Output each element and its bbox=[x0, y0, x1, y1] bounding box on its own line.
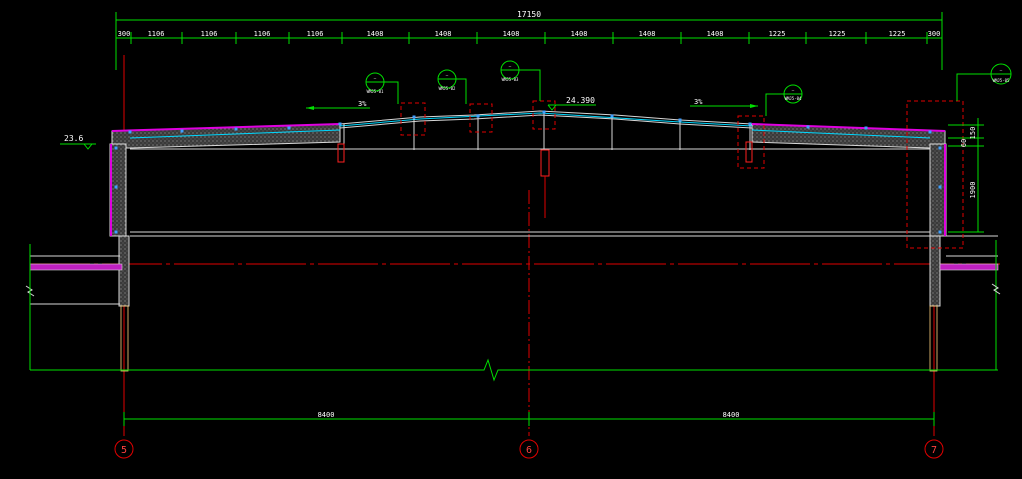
left-ground-slab bbox=[29, 263, 123, 271]
detail-boxes bbox=[400, 100, 964, 249]
frame-node bbox=[938, 230, 942, 234]
callout-leader bbox=[765, 93, 784, 116]
left-elevation-text: 23.6 bbox=[64, 134, 83, 143]
callout-ref: WMJ5-01 bbox=[367, 89, 384, 94]
callout-leader bbox=[519, 69, 541, 101]
frame-node bbox=[748, 122, 752, 126]
skylight-bottom-chord bbox=[339, 114, 753, 129]
callout-ref: WMJ5-05 bbox=[993, 78, 1010, 83]
seg-label: 1106 bbox=[201, 30, 218, 38]
callout-ref: WMJ5-02 bbox=[439, 86, 456, 91]
callout-2: — WMJ5-02 bbox=[437, 69, 467, 104]
seg-label: 300 bbox=[928, 30, 941, 38]
callout-5: — WMJ5-05 bbox=[956, 63, 1012, 101]
frame-node bbox=[928, 130, 932, 134]
post-base bbox=[540, 149, 550, 177]
post-base bbox=[745, 141, 753, 163]
left-span-text: 8400 bbox=[318, 411, 335, 419]
right-slope-text: 3% bbox=[694, 98, 703, 106]
callout-leader bbox=[456, 78, 467, 104]
seg-label: 1408 bbox=[639, 30, 656, 38]
seg-label: 300 bbox=[118, 30, 131, 38]
vdim-middle-text: 60 bbox=[960, 139, 968, 147]
overall-dimension-text: 17150 bbox=[517, 10, 541, 19]
right-slope-arrowhead bbox=[750, 104, 758, 108]
frame-node bbox=[412, 115, 416, 119]
vdim-lower-text: 1900 bbox=[969, 182, 977, 199]
slope-annotations: 3% 3% bbox=[306, 98, 758, 110]
break-line bbox=[30, 358, 998, 382]
callout-symbol: — bbox=[446, 73, 449, 78]
axis-label-7: 7 bbox=[931, 445, 937, 456]
ridge-elevation-text: 24.390 bbox=[566, 96, 595, 105]
post-base bbox=[337, 143, 345, 163]
seg-label: 1408 bbox=[707, 30, 724, 38]
frame-node bbox=[287, 126, 291, 130]
frame-node bbox=[476, 114, 480, 118]
segment-labels: 300 1106 1106 1106 1106 1408 1408 1408 1… bbox=[118, 30, 941, 38]
right-vertical-dimensions: 150 60 1900 bbox=[25, 118, 1001, 370]
callout-symbol: — bbox=[1000, 68, 1003, 73]
frame-node bbox=[180, 129, 184, 133]
frame-node bbox=[610, 114, 614, 118]
top-dimension-chain: 17150 300 1106 1106 1106 1106 1408 1408 … bbox=[115, 10, 943, 70]
seg-label: 1408 bbox=[503, 30, 520, 38]
bottom-dimension-chain: 8400 8400 bbox=[123, 411, 935, 426]
seg-label: 1106 bbox=[148, 30, 165, 38]
callout-ref: WMJ5-03 bbox=[502, 77, 519, 82]
left-column bbox=[118, 235, 130, 307]
right-wall bbox=[929, 143, 947, 237]
axis-label-5: 5 bbox=[121, 445, 127, 456]
seg-label: 1225 bbox=[889, 30, 906, 38]
left-wall bbox=[109, 143, 127, 237]
seg-label: 1408 bbox=[367, 30, 384, 38]
callout-ref: WMJ5-04 bbox=[785, 96, 802, 101]
callouts: — WMJ5-01 — WMJ5-02 — WMJ5-03 — WMJ5-04 bbox=[365, 60, 1012, 116]
callout-leader bbox=[956, 73, 991, 101]
frame-node bbox=[806, 125, 810, 129]
frame-node bbox=[542, 110, 546, 114]
frame-node bbox=[938, 185, 942, 189]
callout-symbol: — bbox=[792, 88, 795, 93]
cad-section-drawing: 17150 300 1106 1106 1106 1106 1408 1408 … bbox=[25, 10, 1012, 459]
seg-label: 1225 bbox=[829, 30, 846, 38]
axis-label-6: 6 bbox=[526, 445, 532, 456]
frame-node bbox=[128, 130, 132, 134]
frame-node bbox=[114, 146, 118, 150]
left-slope-arrowhead bbox=[306, 106, 314, 110]
callout-4: — WMJ5-04 bbox=[765, 84, 803, 116]
axis-bubbles: 5 6 7 bbox=[114, 439, 944, 459]
vdim-top-text: 150 bbox=[969, 127, 977, 140]
callout-leader bbox=[384, 81, 399, 104]
callout-1: — WMJ5-01 bbox=[365, 72, 399, 104]
seg-label: 1106 bbox=[307, 30, 324, 38]
frame-node bbox=[938, 146, 942, 150]
seg-label: 1408 bbox=[571, 30, 588, 38]
callout-3: — WMJ5-03 bbox=[500, 60, 541, 101]
left-slope-text: 3% bbox=[358, 100, 367, 108]
frame-node bbox=[864, 126, 868, 130]
left-elevation-triangle bbox=[83, 143, 93, 150]
callout-symbol: — bbox=[374, 76, 377, 81]
frame-node bbox=[678, 118, 682, 122]
frame-node bbox=[234, 127, 238, 131]
callout-symbol: — bbox=[509, 64, 512, 69]
right-span-text: 8400 bbox=[723, 411, 740, 419]
right-column bbox=[929, 235, 941, 307]
frame-node bbox=[114, 230, 118, 234]
seg-label: 1408 bbox=[435, 30, 452, 38]
seg-label: 1106 bbox=[254, 30, 271, 38]
frame-node bbox=[338, 122, 342, 126]
right-ground-slab bbox=[939, 263, 999, 271]
roof-structure bbox=[29, 110, 999, 372]
frame-node bbox=[114, 185, 118, 189]
seg-label: 1225 bbox=[769, 30, 786, 38]
